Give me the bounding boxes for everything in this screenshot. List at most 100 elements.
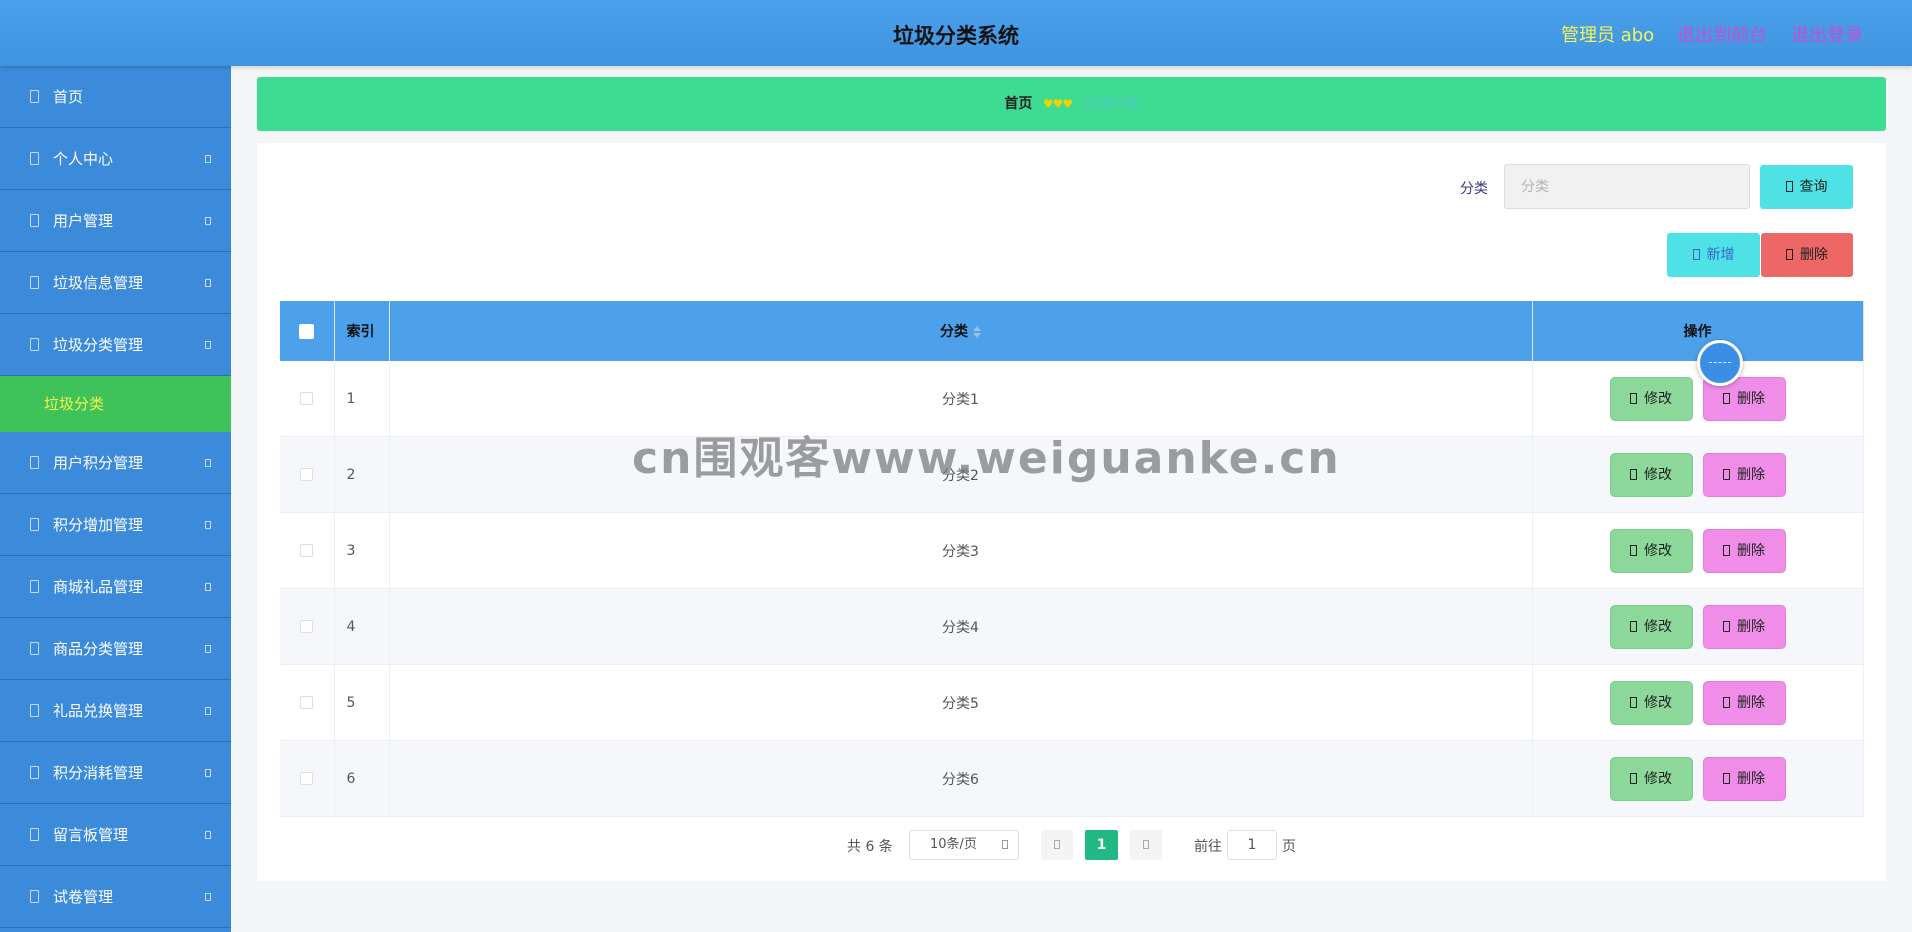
- edit-button[interactable]: 修改: [1609, 604, 1693, 649]
- row-checkbox[interactable]: [300, 392, 314, 405]
- table-row: 4 分类4 修改 删除: [280, 588, 1864, 665]
- select-all-checkbox[interactable]: [299, 323, 315, 339]
- sidebar-item-mall-gifts[interactable]: 商城礼品管理: [0, 556, 231, 618]
- column-header-index: 索引: [334, 301, 390, 361]
- bulk-delete-button[interactable]: 删除: [1761, 233, 1853, 277]
- row-operations: 修改 删除: [1532, 512, 1864, 589]
- sidebar-item-home[interactable]: 首页: [0, 66, 231, 128]
- table-row: 5 分类5 修改 删除: [280, 664, 1864, 741]
- trash-icon: [1723, 772, 1730, 784]
- add-button-label: 新增: [1706, 247, 1735, 263]
- row-index: 6: [334, 740, 390, 817]
- chevron-down-icon: [205, 521, 211, 529]
- table-row: 1 分类1 修改 删除: [280, 361, 1864, 437]
- delete-button[interactable]: 删除: [1702, 604, 1786, 649]
- sidebar-item-label: 用户积分管理: [53, 454, 144, 472]
- info-icon: [30, 276, 39, 289]
- edit-button-label: 修改: [1644, 466, 1672, 483]
- query-button-label: 查询: [1799, 179, 1828, 195]
- chevron-down-icon: [205, 583, 211, 591]
- bulk-delete-button-label: 删除: [1800, 247, 1828, 263]
- table-row: 2 分类2 修改 删除: [280, 436, 1864, 513]
- trash-icon: [1723, 392, 1730, 404]
- column-header-category[interactable]: 分类: [389, 301, 1533, 361]
- home-icon: [30, 90, 39, 103]
- row-category: 分类4: [389, 588, 1533, 665]
- sidebar-item-user-points[interactable]: 用户积分管理: [0, 432, 231, 494]
- page-size-select[interactable]: 10条/页: [909, 830, 1019, 860]
- edit-button-label: 修改: [1644, 618, 1672, 635]
- row-operations: 修改 删除: [1532, 664, 1864, 741]
- chevron-down-icon: [205, 893, 211, 901]
- sidebar-item-label: 个人中心: [53, 150, 114, 168]
- search-icon: [1785, 181, 1793, 192]
- chevron-down-icon: [205, 645, 211, 653]
- minus-icon: [30, 766, 39, 779]
- row-category: 分类6: [389, 740, 1533, 817]
- gift-icon: [30, 580, 39, 593]
- category-icon: [30, 338, 39, 351]
- user-icon: [30, 152, 39, 165]
- edit-button[interactable]: 修改: [1609, 680, 1693, 725]
- edit-button-label: 修改: [1644, 390, 1672, 407]
- row-operations: 修改 删除: [1532, 740, 1864, 817]
- search-input[interactable]: [1504, 164, 1750, 209]
- sidebar-item-label: 试卷管理: [53, 888, 114, 906]
- sidebar-item-gift-exchange[interactable]: 礼品兑换管理: [0, 680, 231, 742]
- sidebar-item-garbage-category[interactable]: 垃圾分类管理: [0, 314, 231, 376]
- row-operations: 修改 删除: [1532, 588, 1864, 665]
- prev-page-button[interactable]: [1041, 830, 1073, 860]
- sidebar-subitem-garbage-category[interactable]: 垃圾分类: [0, 376, 231, 432]
- delete-button[interactable]: 删除: [1702, 680, 1786, 725]
- row-checkbox-cell: [280, 588, 335, 665]
- delete-button[interactable]: 删除: [1702, 528, 1786, 573]
- edit-button[interactable]: 修改: [1609, 528, 1693, 573]
- goto-page-input[interactable]: [1227, 830, 1277, 860]
- page-number-current[interactable]: 1: [1085, 830, 1118, 860]
- next-page-button[interactable]: [1130, 830, 1162, 860]
- logout-link[interactable]: 退出登录: [1791, 21, 1863, 47]
- sidebar-item-points-increase[interactable]: 积分增加管理: [0, 494, 231, 556]
- edit-button-label: 修改: [1644, 694, 1672, 711]
- row-checkbox[interactable]: [300, 696, 314, 709]
- row-checkbox[interactable]: [300, 468, 314, 481]
- chevron-down-icon: [205, 155, 211, 163]
- row-checkbox[interactable]: [300, 544, 314, 557]
- trash-icon: [1723, 468, 1730, 480]
- row-checkbox[interactable]: [300, 620, 314, 633]
- sidebar-item-label: 积分消耗管理: [53, 764, 144, 782]
- pagination-total: 共 6 条: [847, 839, 893, 855]
- heart-separator-icon: ♥♥♥: [1042, 97, 1073, 111]
- edit-button-label: 修改: [1644, 770, 1672, 787]
- sidebar-item-message-board[interactable]: 留言板管理: [0, 804, 231, 866]
- delete-button[interactable]: 删除: [1702, 452, 1786, 497]
- delete-button-label: 删除: [1737, 694, 1765, 711]
- sidebar-item-user-management[interactable]: 用户管理: [0, 190, 231, 252]
- query-button[interactable]: 查询: [1760, 165, 1853, 209]
- breadcrumb-current: 垃圾分类: [1082, 96, 1139, 112]
- sidebar-item-label: 垃圾信息管理: [53, 274, 144, 292]
- sidebar-item-points-consume[interactable]: 积分消耗管理: [0, 742, 231, 804]
- plus-icon: [30, 518, 39, 531]
- sidebar-item-garbage-info[interactable]: 垃圾信息管理: [0, 252, 231, 314]
- users-icon: [30, 214, 39, 227]
- sidebar-item-exam-paper[interactable]: 试卷管理: [0, 866, 231, 928]
- add-button[interactable]: 新增: [1667, 233, 1760, 277]
- sort-icon[interactable]: [973, 326, 981, 338]
- edit-button[interactable]: 修改: [1609, 376, 1693, 421]
- row-checkbox-cell: [280, 512, 335, 589]
- edit-button[interactable]: 修改: [1609, 756, 1693, 801]
- search-label: 分类: [1460, 181, 1488, 197]
- sidebar-item-product-category[interactable]: 商品分类管理: [0, 618, 231, 680]
- row-checkbox-cell: [280, 740, 335, 817]
- exchange-icon: [30, 704, 39, 717]
- delete-button[interactable]: 删除: [1702, 756, 1786, 801]
- sidebar-item-label: 礼品兑换管理: [53, 702, 144, 720]
- row-checkbox[interactable]: [300, 772, 314, 785]
- back-to-front-link[interactable]: 退出到前台: [1677, 21, 1767, 47]
- chevron-right-icon: [1143, 840, 1149, 849]
- plus-icon: [1692, 249, 1700, 260]
- breadcrumb-home[interactable]: 首页: [1004, 96, 1032, 112]
- edit-button[interactable]: 修改: [1609, 452, 1693, 497]
- sidebar-item-personal-center[interactable]: 个人中心: [0, 128, 231, 190]
